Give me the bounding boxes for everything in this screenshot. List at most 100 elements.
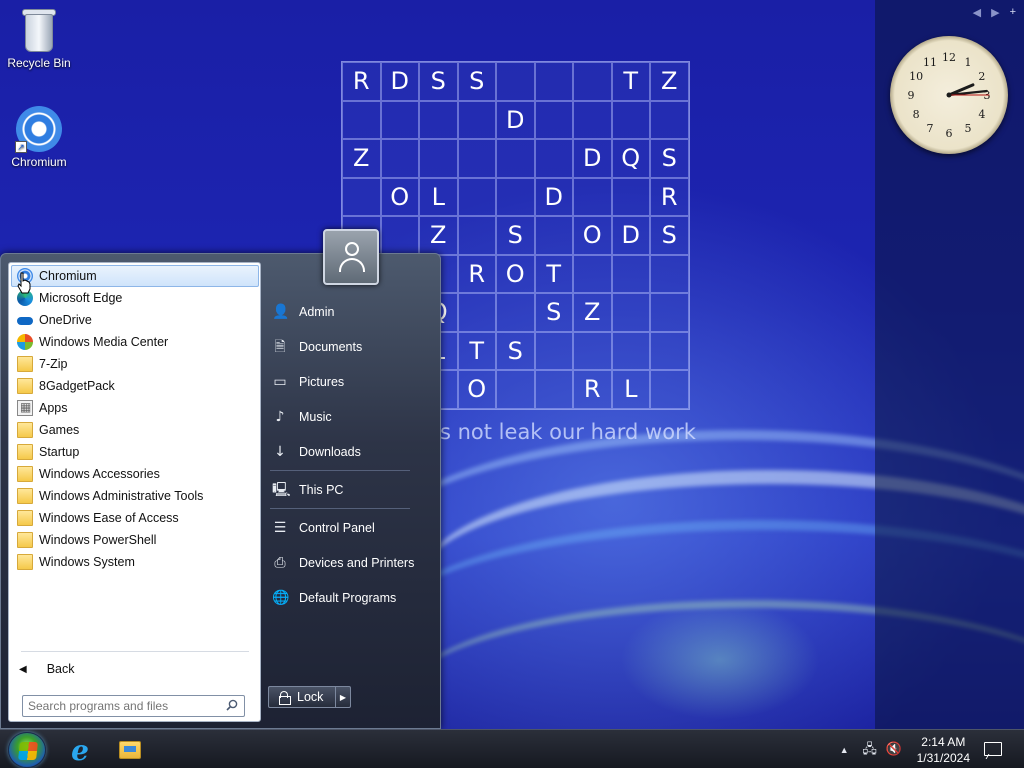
program-item-windows-accessories[interactable]: Windows Accessories [11,463,259,485]
start-item-pictures[interactable]: ▭ Pictures [266,364,436,399]
taskbar-file-explorer[interactable] [110,734,150,766]
start-menu: Chromium Microsoft Edge OneDrive Windows Me… [0,253,441,729]
program-item-chromium[interactable]: Chromium [11,265,259,287]
lock-label: Lock [297,690,324,704]
desktop-icon-label: Chromium [11,155,67,169]
show-hidden-icons-button[interactable]: ▲ [840,745,849,755]
program-item-microsoft-edge[interactable]: Microsoft Edge [11,287,259,309]
user-account-picture[interactable] [323,229,379,285]
puzzle-cell: L [611,370,650,409]
start-item-control-panel[interactable]: ☰ Control Panel [266,510,436,545]
program-item-windows-powershell[interactable]: Windows PowerShell [11,529,259,551]
puzzle-cell [534,370,573,409]
puzzle-cell: T [457,331,496,370]
desktop-icon-chromium[interactable]: ↗ Chromium [2,105,76,169]
start-search-box[interactable] [22,695,245,717]
program-item-windows-media-center[interactable]: Windows Media Center [11,331,259,353]
onedrive-icon [17,312,33,328]
program-label: Windows Accessories [39,467,160,481]
program-item-windows-system[interactable]: Windows System [11,551,259,573]
folder-icon [17,554,33,570]
program-item-8gadgetpack[interactable]: 8GadgetPack [11,375,259,397]
clock-numeral: 1 [965,56,972,69]
clock-numeral: 12 [942,51,956,64]
puzzle-cell [534,139,573,178]
power-options-arrow-button[interactable]: ▶ [335,686,351,708]
search-input[interactable] [28,699,218,713]
taskbar: e ▲ 🖧 🔇 2:14 AM 1/31/2024 [0,729,1024,768]
clock-numeral: 2 [978,70,985,83]
program-item-apps[interactable]: Apps [11,397,259,419]
user-folder-icon: 👤 [272,303,290,320]
clock-numeral: 5 [965,122,972,135]
program-item-windows-ease-of-access[interactable]: Windows Ease of Access [11,507,259,529]
wallpaper-watermark-text: s not leak our hard work [440,420,696,444]
volume-muted-icon[interactable]: 🔇 [885,742,903,758]
puzzle-cell: D [573,139,612,178]
puzzle-cell: Z [650,62,689,101]
desktop-icon-recycle-bin[interactable]: Recycle Bin [2,6,76,70]
program-item-games[interactable]: Games [11,419,259,441]
start-item-music[interactable]: ♪ Music [266,399,436,434]
program-item-7-zip[interactable]: 7-Zip [11,353,259,375]
folder-icon [17,444,33,460]
puzzle-cell: S [650,216,689,255]
clock-gadget[interactable]: 121234567891011 [890,36,1008,154]
network-icon[interactable]: 🖧 [861,742,879,758]
taskbar-internet-explorer[interactable]: e [60,734,100,767]
start-item-devices-printers[interactable]: ⎙ Devices and Printers [266,545,436,580]
divider [270,470,410,471]
program-item-windows-administrative-tools[interactable]: Windows Administrative Tools [11,485,259,507]
media-center-icon [17,334,33,350]
sidebar-prev-button[interactable]: ◀ [973,6,981,19]
sidebar-next-button[interactable]: ▶ [991,6,999,19]
program-list: Chromium Microsoft Edge OneDrive Windows Me… [11,265,259,573]
puzzle-cell [611,254,650,293]
program-label: Windows Media Center [39,335,169,349]
folder-icon [17,488,33,504]
puzzle-cell [650,293,689,332]
program-label: Windows PowerShell [39,533,157,547]
start-item-this-pc[interactable]: 🖳 This PC [266,472,436,507]
shortcut-arrow-icon: ↗ [15,141,27,153]
puzzle-cell [534,331,573,370]
puzzle-cell [342,100,381,139]
puzzle-cell: S [496,331,535,370]
taskbar-clock[interactable]: 2:14 AM 1/31/2024 [917,734,970,766]
desktop-icon-label: Recycle Bin [7,56,71,70]
folder-icon [17,356,33,372]
start-item-downloads[interactable]: ↓ Downloads [266,434,436,469]
lock-button[interactable]: Lock [268,686,336,708]
clock-numeral: 10 [909,70,923,83]
program-item-onedrive[interactable]: OneDrive [11,309,259,331]
puzzle-cell: L [419,177,458,216]
start-item-documents[interactable]: 🗎 Documents [266,329,436,364]
start-button[interactable] [8,732,46,768]
puzzle-cell: D [534,177,573,216]
search-icon[interactable] [226,699,238,711]
puzzle-cell [573,177,612,216]
start-item-admin[interactable]: 👤 Admin [266,294,436,329]
apps-icon [17,400,33,416]
control-panel-icon: ☰ [273,519,287,536]
puzzle-cell [342,177,381,216]
notification-center-icon[interactable] [984,741,1002,758]
clock-date: 1/31/2024 [916,750,970,765]
puzzle-cell: O [496,254,535,293]
folder-icon [17,510,33,526]
pictures-icon: ▭ [273,373,287,390]
puzzle-cell: T [611,62,650,101]
puzzle-cell [650,331,689,370]
clock-numeral: 8 [913,108,920,121]
puzzle-cell [496,293,535,332]
puzzle-cell: R [457,254,496,293]
back-button[interactable]: ◀ Back [19,659,75,679]
puzzle-cell [419,139,458,178]
clock-numeral: 7 [927,122,934,135]
program-item-startup[interactable]: Startup [11,441,259,463]
sidebar-add-gadget-button[interactable]: + [1010,6,1016,19]
puzzle-cell: T [534,254,573,293]
start-item-default-programs[interactable]: 🌐 Default Programs [266,580,436,615]
program-label: 7-Zip [39,357,68,371]
puzzle-cell: Z [419,216,458,255]
